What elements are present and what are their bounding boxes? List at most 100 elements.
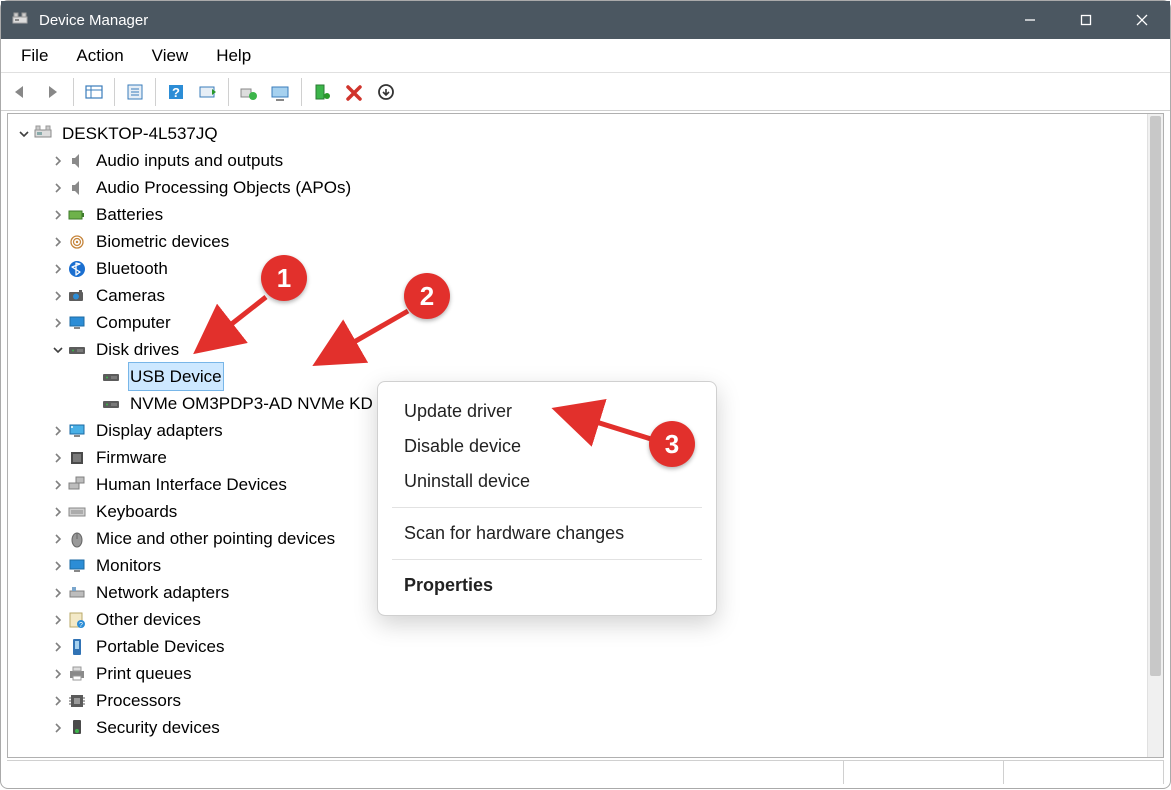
toolbar-separator [228,78,229,106]
svg-text:?: ? [172,85,180,100]
tree-item[interactable]: Cameras [12,282,1143,309]
expand-icon[interactable] [50,477,66,493]
monitor-icon [66,555,88,577]
menu-help[interactable]: Help [202,42,265,70]
help-button[interactable]: ? [162,78,190,106]
tree-item[interactable]: Security devices [12,714,1143,741]
add-legacy-hardware-button[interactable] [267,78,295,106]
tree-item-label[interactable]: Monitors [94,552,163,579]
scan-hardware-button[interactable] [194,78,222,106]
properties-button[interactable] [121,78,149,106]
tree-item[interactable]: Biometric devices [12,228,1143,255]
menu-action[interactable]: Action [62,42,137,70]
context-menu-item[interactable]: Properties [378,568,716,603]
vertical-scrollbar[interactable] [1147,114,1163,757]
expand-icon[interactable] [50,450,66,466]
collapse-icon[interactable] [16,126,32,142]
expand-icon[interactable] [50,639,66,655]
computer-icon [66,312,88,334]
annotation-badge-1: 1 [261,255,307,301]
minimize-button[interactable] [1002,1,1058,39]
expand-icon[interactable] [50,504,66,520]
tree-item-label[interactable]: Print queues [94,660,193,687]
expand-icon[interactable] [50,207,66,223]
toolbar-separator [155,78,156,106]
tree-item-label[interactable]: Processors [94,687,183,714]
tree-item-label[interactable]: Keyboards [94,498,179,525]
computer-root-icon [32,123,54,145]
tree-item-label[interactable]: Network adapters [94,579,231,606]
expand-icon[interactable] [50,315,66,331]
tree-item[interactable]: Computer [12,309,1143,336]
tree-item-label[interactable]: Batteries [94,201,165,228]
expand-icon[interactable] [50,234,66,250]
expand-icon[interactable] [50,261,66,277]
tree-item[interactable]: Bluetooth [12,255,1143,282]
biometric-icon [66,231,88,253]
back-button[interactable] [7,78,35,106]
expand-icon[interactable] [50,423,66,439]
uninstall-device-button[interactable] [340,78,368,106]
tree-item-label[interactable]: Audio inputs and outputs [94,147,285,174]
tree-root-label[interactable]: DESKTOP-4L537JQ [60,120,220,147]
status-bar [7,760,1164,784]
tree-item-label[interactable]: Audio Processing Objects (APOs) [94,174,353,201]
menu-bar: File Action View Help [1,39,1170,73]
tree-item-label[interactable]: Other devices [94,606,203,633]
expand-icon[interactable] [50,693,66,709]
tree-item-label[interactable]: Display adapters [94,417,225,444]
tree-item-label[interactable]: Security devices [94,714,222,741]
tree-item[interactable]: Disk drives [12,336,1143,363]
expand-icon[interactable] [50,666,66,682]
expand-icon[interactable] [50,558,66,574]
tree-item[interactable]: Audio Processing Objects (APOs) [12,174,1143,201]
window-title: Device Manager [39,12,148,29]
tree-root[interactable]: DESKTOP-4L537JQ [12,120,1143,147]
expand-icon[interactable] [50,153,66,169]
context-menu-item[interactable]: Uninstall device [378,464,716,499]
context-menu-item[interactable]: Scan for hardware changes [378,516,716,551]
tree-item-label[interactable]: Bluetooth [94,255,170,282]
printer-icon [66,663,88,685]
expand-icon[interactable] [50,180,66,196]
tree-item-label[interactable]: Portable Devices [94,633,227,660]
app-icon [11,11,29,29]
tree-item[interactable]: Portable Devices [12,633,1143,660]
show-hidden-button[interactable] [80,78,108,106]
expand-icon[interactable] [50,531,66,547]
tree-item-label[interactable]: Firmware [94,444,169,471]
expand-icon[interactable] [50,288,66,304]
tree-item-label[interactable]: Human Interface Devices [94,471,289,498]
close-button[interactable] [1114,1,1170,39]
other-icon: ? [66,609,88,631]
update-driver-button[interactable] [235,78,263,106]
annotation-badge-2: 2 [404,273,450,319]
tree-item-label[interactable]: NVMe OM3PDP3-AD NVMe KD [128,390,375,417]
tree-item-label[interactable]: USB Device [128,362,224,391]
collapse-icon[interactable] [50,342,66,358]
expand-icon[interactable] [50,720,66,736]
tree-item[interactable]: Print queues [12,660,1143,687]
toolbar-separator [114,78,115,106]
tree-item-label[interactable]: Cameras [94,282,167,309]
tree-item-label[interactable]: Mice and other pointing devices [94,525,337,552]
context-menu-separator [392,559,702,560]
enable-device-button[interactable] [308,78,336,106]
tree-item-label[interactable]: Computer [94,309,173,336]
expand-icon[interactable] [50,612,66,628]
menu-file[interactable]: File [7,42,62,70]
scrollbar-thumb[interactable] [1150,116,1161,676]
context-menu[interactable]: Update driverDisable deviceUninstall dev… [377,381,717,616]
maximize-button[interactable] [1058,1,1114,39]
tree-item-label[interactable]: Biometric devices [94,228,231,255]
tree-item[interactable]: Audio inputs and outputs [12,147,1143,174]
hid-icon [66,474,88,496]
tree-item-label[interactable]: Disk drives [94,336,181,363]
forward-button[interactable] [39,78,67,106]
processor-icon [66,690,88,712]
expand-icon[interactable] [50,585,66,601]
menu-view[interactable]: View [138,42,203,70]
disable-device-button[interactable] [372,78,400,106]
tree-item[interactable]: Batteries [12,201,1143,228]
tree-item[interactable]: Processors [12,687,1143,714]
